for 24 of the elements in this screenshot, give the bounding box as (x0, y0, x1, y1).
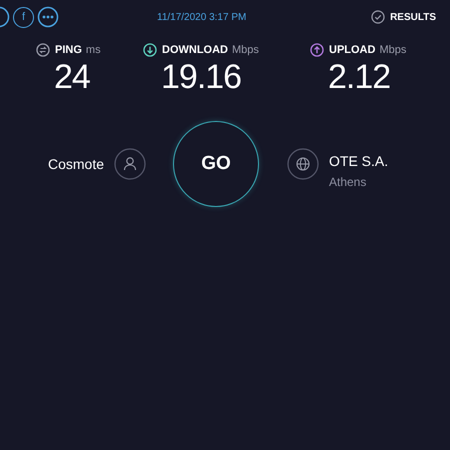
metric-value: 24 (54, 57, 91, 97)
metric-value: 19.16 (161, 57, 242, 97)
results-button[interactable]: RESULTS (371, 10, 436, 24)
globe-icon[interactable] (287, 148, 319, 180)
download-icon (143, 43, 157, 57)
metric-label: DOWNLOAD (162, 44, 228, 56)
user-icon[interactable] (114, 148, 146, 180)
metric-label: PING (55, 44, 82, 56)
results-label: RESULTS (390, 12, 436, 22)
metric-value: 2.12 (328, 57, 392, 97)
check-icon (371, 10, 386, 24)
ping-icon (36, 43, 50, 57)
server-name: OTE S.A. (329, 153, 388, 169)
server-location: Athens (329, 175, 368, 189)
metric-unit: Mbps (379, 44, 406, 56)
provider-name: Cosmote (48, 156, 104, 172)
metric-unit: ms (86, 44, 101, 56)
go-button[interactable]: GO (173, 121, 259, 207)
metric-unit: Mbps (232, 44, 259, 56)
facebook-button[interactable]: f (13, 6, 34, 28)
date-time: 11/17/2020 3:17 PM (156, 12, 248, 22)
upload-icon (310, 43, 324, 57)
metric-label: UPLOAD (329, 44, 376, 56)
more-icon[interactable] (37, 6, 59, 28)
